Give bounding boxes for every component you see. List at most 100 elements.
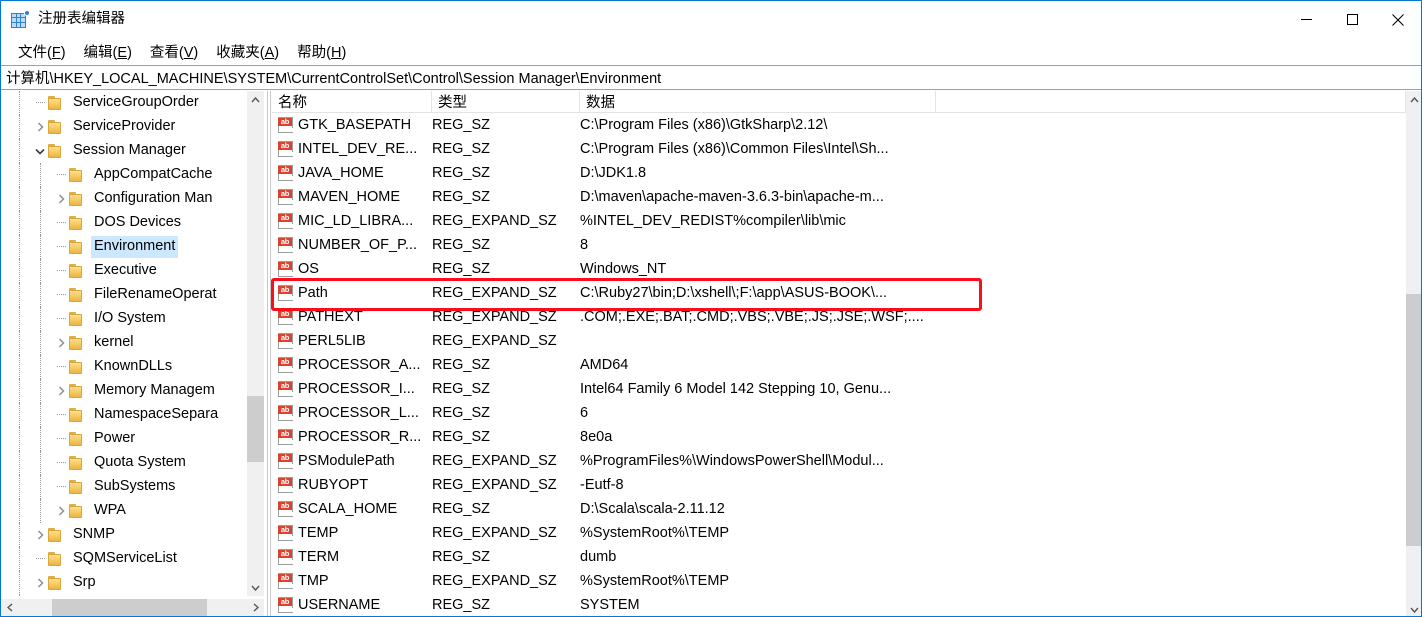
tree-item-srp[interactable]: Srp: [1, 571, 247, 595]
tree-item-namespacesepara[interactable]: NamespaceSepara: [1, 403, 247, 427]
menu-help[interactable]: 帮助(H): [288, 39, 355, 64]
tree-item-srpextensionconfig[interactable]: SrpExtensionConfig: [1, 595, 247, 596]
value-name: OS: [298, 261, 319, 277]
tree-expander-placeholder: [32, 595, 48, 596]
tree-item-dos-devices[interactable]: DOS Devices: [1, 211, 247, 235]
chevron-down-icon[interactable]: [32, 139, 48, 163]
tree-item-snmp[interactable]: SNMP: [1, 523, 247, 547]
ab-string-icon: ab: [278, 429, 294, 445]
list-scroll-up-icon[interactable]: [1406, 91, 1421, 108]
list-vertical-scrollbar[interactable]: [1406, 91, 1421, 616]
tree-item-kernel[interactable]: kernel: [1, 331, 247, 355]
registry-value-row[interactable]: ab JAVA_HOME REG_SZ D:\JDK1.8: [272, 161, 1406, 185]
registry-value-row[interactable]: ab TERM REG_SZ dumb: [272, 545, 1406, 569]
maximize-button[interactable]: [1329, 1, 1375, 38]
chevron-right-icon[interactable]: [53, 187, 69, 211]
tree-item-memory-managem[interactable]: Memory Managem: [1, 379, 247, 403]
value-type: REG_SZ: [432, 429, 491, 445]
value-name: PERL5LIB: [298, 333, 366, 349]
registry-value-row[interactable]: ab PROCESSOR_L... REG_SZ 6: [272, 401, 1406, 425]
menu-view[interactable]: 查看(V): [141, 39, 207, 64]
registry-value-row[interactable]: ab PROCESSOR_R... REG_SZ 8e0a: [272, 425, 1406, 449]
tree-connector: [57, 174, 66, 176]
registry-value-row[interactable]: ab PSModulePath REG_EXPAND_SZ %ProgramFiles…: [272, 449, 1406, 473]
tree-item-appcompatcache[interactable]: AppCompatCache: [1, 163, 247, 187]
tree-scroll-thumb[interactable]: [247, 396, 264, 462]
registry-value-row[interactable]: ab Path REG_EXPAND_SZ C:\Ruby27\bin;D:\xshe…: [272, 281, 1406, 305]
value-type: REG_SZ: [432, 189, 491, 205]
close-button[interactable]: [1375, 1, 1421, 38]
tree-item-session-manager[interactable]: Session Manager: [1, 139, 247, 163]
registry-tree-pane: ServiceGroupOrder ServiceProvider Session …: [1, 91, 267, 616]
registry-value-row[interactable]: ab GTK_BASEPATH REG_SZ C:\Program Files (x8…: [272, 113, 1406, 137]
registry-values-list[interactable]: ab GTK_BASEPATH REG_SZ C:\Program Files (x8…: [272, 113, 1406, 616]
tree-item-quota-system[interactable]: Quota System: [1, 451, 247, 475]
registry-value-row[interactable]: ab MAVEN_HOME REG_SZ D:\maven\apache-maven-…: [272, 185, 1406, 209]
menu-favorites[interactable]: 收藏夹(A): [207, 39, 288, 64]
registry-value-row[interactable]: ab OS REG_SZ Windows_NT: [272, 257, 1406, 281]
column-header-1[interactable]: 类型: [432, 91, 580, 112]
tree-scroll-left-icon[interactable]: [1, 599, 18, 616]
value-type: REG_SZ: [432, 549, 491, 565]
tree-item-configuration-man[interactable]: Configuration Man: [1, 187, 247, 211]
registry-value-row[interactable]: ab RUBYOPT REG_EXPAND_SZ -Eutf-8: [272, 473, 1406, 497]
registry-value-row[interactable]: ab PERL5LIB REG_EXPAND_SZ: [272, 329, 1406, 353]
ab-string-icon: ab: [278, 453, 294, 469]
folder-icon: [69, 360, 86, 374]
list-scroll-thumb[interactable]: [1406, 294, 1421, 546]
minimize-button[interactable]: [1283, 1, 1329, 38]
address-bar[interactable]: 计算机\HKEY_LOCAL_MACHINE\SYSTEM\CurrentCon…: [1, 65, 1421, 90]
chevron-right-icon[interactable]: [32, 115, 48, 139]
registry-value-row[interactable]: ab NUMBER_OF_P... REG_SZ 8: [272, 233, 1406, 257]
folder-icon: [69, 408, 86, 422]
folder-icon: [69, 384, 86, 398]
tree-item-filerenameoperat[interactable]: FileRenameOperat: [1, 283, 247, 307]
tree-vertical-scrollbar[interactable]: [247, 91, 264, 596]
tree-scroll-right-icon[interactable]: [247, 599, 264, 616]
tree-guide-line: [40, 499, 42, 523]
registry-value-row[interactable]: ab SCALA_HOME REG_SZ D:\Scala\scala-2.11.12: [272, 497, 1406, 521]
chevron-right-icon[interactable]: [32, 571, 48, 595]
column-header-2[interactable]: 数据: [580, 91, 936, 112]
list-scroll-down-icon[interactable]: [1406, 601, 1421, 616]
tree-item-power[interactable]: Power: [1, 427, 247, 451]
chevron-right-icon[interactable]: [53, 499, 69, 523]
tree-item-executive[interactable]: Executive: [1, 259, 247, 283]
menu-view-label: 查看: [149, 44, 179, 61]
tree-item-knowndlls[interactable]: KnownDLLs: [1, 355, 247, 379]
column-header-3[interactable]: [936, 91, 1406, 112]
registry-value-row[interactable]: ab TEMP REG_EXPAND_SZ %SystemRoot%\TEMP: [272, 521, 1406, 545]
chevron-right-icon[interactable]: [53, 331, 69, 355]
registry-value-row[interactable]: ab PROCESSOR_A... REG_SZ AMD64: [272, 353, 1406, 377]
menu-edit[interactable]: 编辑(E): [75, 39, 141, 64]
pane-splitter[interactable]: [267, 91, 271, 616]
menu-file[interactable]: 文件(F): [9, 39, 75, 64]
tree-scroll-down-icon[interactable]: [247, 579, 264, 596]
tree-item-i-o-system[interactable]: I/O System: [1, 307, 247, 331]
tree-guide-line: [19, 307, 21, 331]
tree-guide-line: [40, 331, 42, 355]
tree-hscroll-thumb[interactable]: [52, 599, 207, 616]
registry-value-row[interactable]: ab MIC_LD_LIBRA... REG_EXPAND_SZ %INTEL_DEV…: [272, 209, 1406, 233]
column-header-0[interactable]: 名称: [272, 91, 432, 112]
tree-item-sqmservicelist[interactable]: SQMServiceList: [1, 547, 247, 571]
tree-horizontal-scrollbar[interactable]: [1, 599, 264, 616]
tree-item-serviceprovider[interactable]: ServiceProvider: [1, 115, 247, 139]
chevron-right-icon[interactable]: [32, 523, 48, 547]
registry-value-row[interactable]: ab INTEL_DEV_RE... REG_SZ C:\Program Files …: [272, 137, 1406, 161]
tree-item-wpa[interactable]: WPA: [1, 499, 247, 523]
value-data: %INTEL_DEV_REDIST%compiler\lib\mic: [580, 213, 846, 229]
registry-value-row[interactable]: ab USERNAME REG_SZ SYSTEM: [272, 593, 1406, 616]
registry-value-row[interactable]: ab TMP REG_EXPAND_SZ %SystemRoot%\TEMP: [272, 569, 1406, 593]
tree-item-subsystems[interactable]: SubSystems: [1, 475, 247, 499]
folder-icon: [69, 504, 86, 518]
registry-value-row[interactable]: ab PROCESSOR_I... REG_SZ Intel64 Family 6 M…: [272, 377, 1406, 401]
registry-value-row[interactable]: ab PATHEXT REG_EXPAND_SZ .COM;.EXE;.BAT;.CM…: [272, 305, 1406, 329]
tree-item-servicegrouporder[interactable]: ServiceGroupOrder: [1, 91, 247, 115]
value-type: REG_SZ: [432, 141, 491, 157]
tree-scroll-up-icon[interactable]: [247, 91, 264, 108]
registry-tree[interactable]: ServiceGroupOrder ServiceProvider Session …: [1, 91, 247, 596]
value-name: TEMP: [298, 525, 339, 541]
chevron-right-icon[interactable]: [53, 379, 69, 403]
tree-item-environment[interactable]: Environment: [1, 235, 247, 259]
